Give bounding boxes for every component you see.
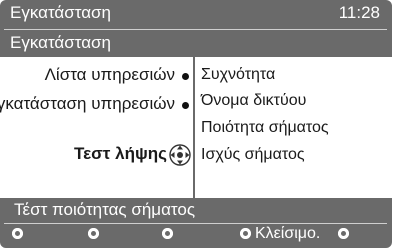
close-button-indicator[interactable] xyxy=(338,228,349,239)
close-button-label[interactable]: Κλείσιμο. xyxy=(255,225,320,243)
header-divider xyxy=(4,29,387,30)
submenu-item-network-name[interactable]: Όνομα δικτύου xyxy=(201,92,306,110)
submenu-item-signal-quality[interactable]: Ποιότητα σήματος xyxy=(201,119,329,137)
installation-screen: Εγκατάσταση 11:28 Εγκατάσταση Λίστα υπηρ… xyxy=(0,0,401,248)
red-button-indicator[interactable] xyxy=(12,228,23,239)
menu-item-service-list[interactable]: Λίστα υπηρεσιών xyxy=(45,65,175,85)
submenu-item-frequency[interactable]: Συχνότητα xyxy=(201,66,275,84)
header-bar: Εγκατάσταση 11:28 Εγκατάσταση xyxy=(0,0,392,57)
menu-item-bullet xyxy=(182,73,189,80)
yellow-button-indicator[interactable] xyxy=(162,228,173,239)
menu-item-reception-test[interactable]: Τεστ λήψης xyxy=(74,144,167,164)
navigation-cross-icon xyxy=(169,144,191,166)
window-title: Εγκατάσταση xyxy=(10,3,112,22)
green-button-indicator[interactable] xyxy=(88,228,99,239)
submenu-item-signal-strength[interactable]: Ισχύς σήματος xyxy=(201,146,305,164)
menu-item-install-services[interactable]: Εγκατάσταση υπηρεσιών xyxy=(0,94,175,114)
menu-panel: Λίστα υπηρεσιών Εγκατάσταση υπηρεσιών Τε… xyxy=(0,57,392,198)
blue-button-indicator[interactable] xyxy=(240,228,251,239)
footer-divider xyxy=(4,223,387,224)
column-divider xyxy=(193,57,195,198)
menu-list: Λίστα υπηρεσιών Εγκατάσταση υπηρεσιών Τε… xyxy=(0,57,193,198)
menu-title: Εγκατάσταση xyxy=(10,33,112,52)
footer-bar: Τέστ ποιότητας σήματος Κλείσιμο. xyxy=(0,198,392,248)
status-text: Τέστ ποιότητας σήματος xyxy=(14,200,196,219)
menu-item-bullet xyxy=(182,102,189,109)
clock: 11:28 xyxy=(338,3,380,22)
